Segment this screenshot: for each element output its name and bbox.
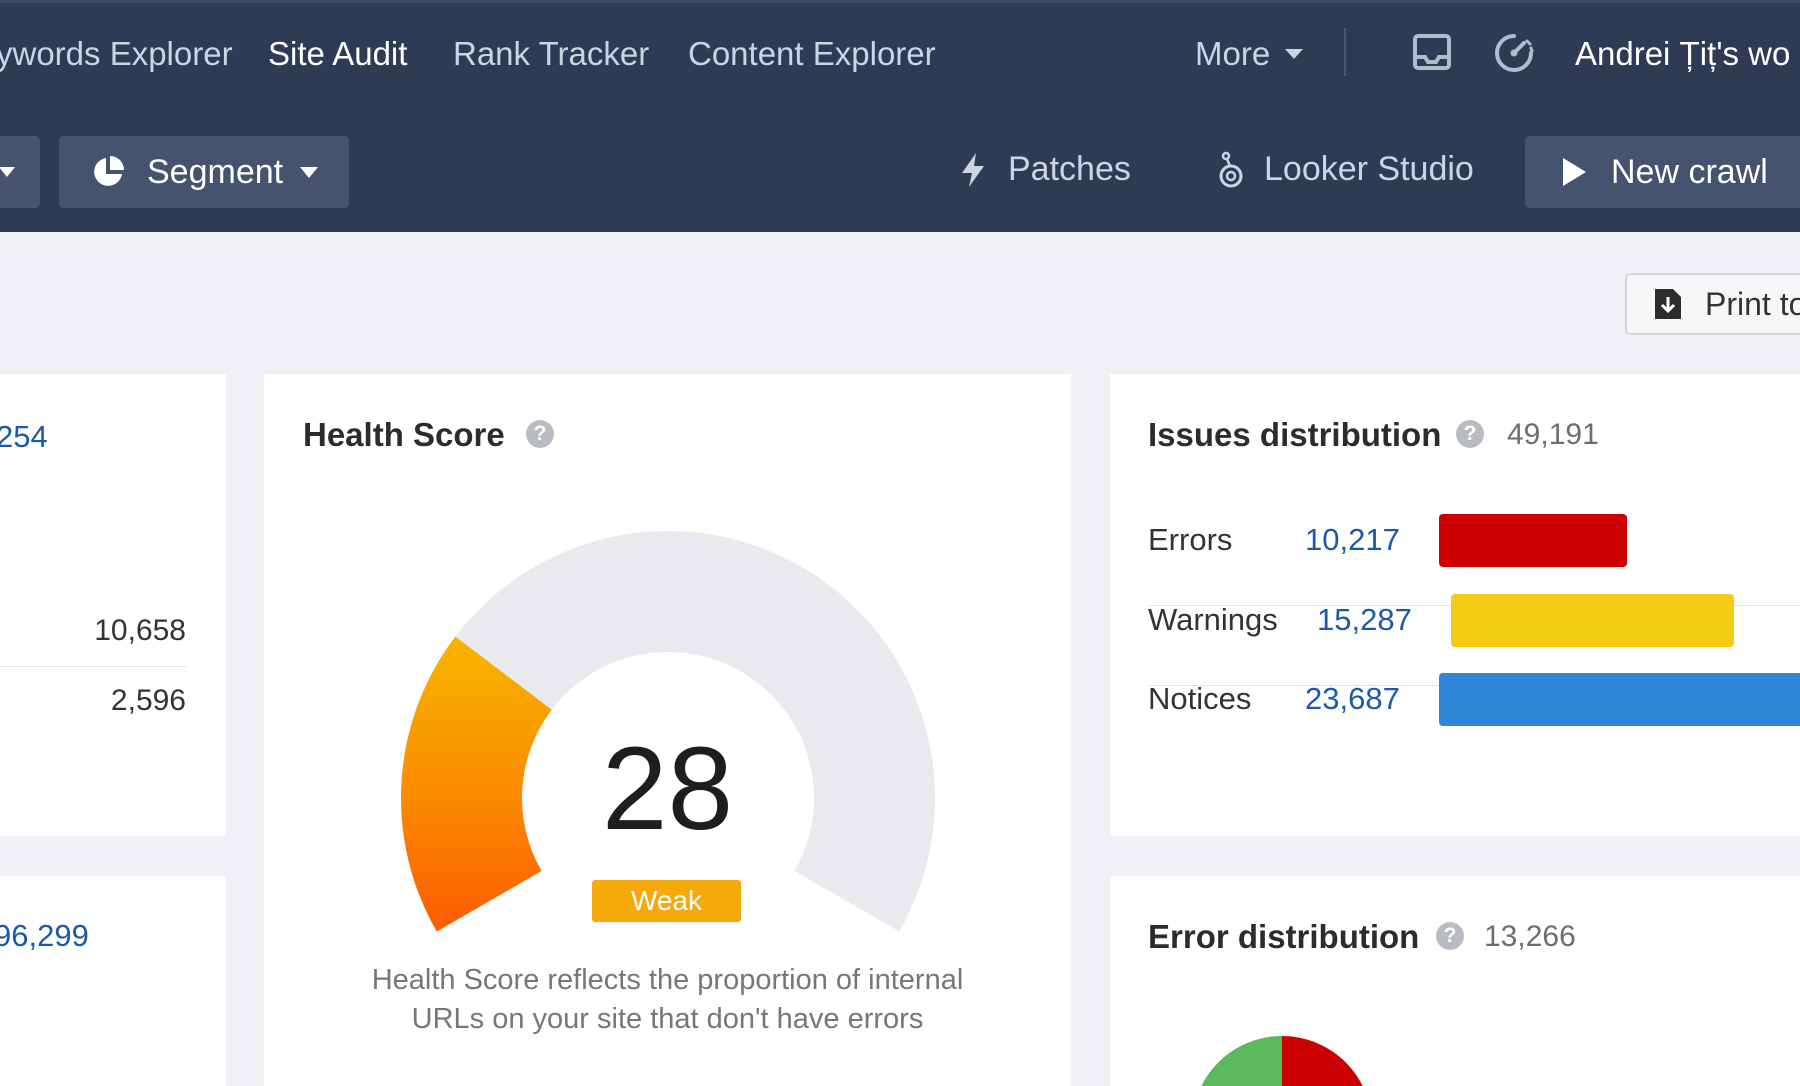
- nav-site-audit[interactable]: Site Audit: [268, 36, 407, 72]
- inbox-icon[interactable]: [1412, 33, 1452, 73]
- warnings-bar[interactable]: [1451, 594, 1734, 647]
- health-description-line1: Health Score reflects the proportion of …: [371, 964, 964, 996]
- summary-row-value: 10,658: [94, 614, 186, 647]
- urls-summary-card: 96,299: [0, 876, 226, 1086]
- looker-studio-button[interactable]: Looker Studio: [1218, 150, 1474, 189]
- chevron-down-icon: [1285, 49, 1304, 59]
- warnings-count-link[interactable]: 15,287: [1317, 602, 1412, 638]
- notices-label: Notices: [1148, 681, 1252, 716]
- patches-button[interactable]: Patches: [960, 150, 1131, 189]
- print-to-pdf-button[interactable]: Print to: [1625, 273, 1800, 335]
- pie-slice-green: [1201, 1036, 1282, 1086]
- notices-count-link[interactable]: 23,687: [1305, 681, 1400, 717]
- nav-rank-tracker[interactable]: Rank Tracker: [453, 36, 649, 72]
- download-document-icon: [1655, 289, 1681, 319]
- health-score-value: 28: [601, 723, 734, 855]
- warnings-label: Warnings: [1148, 602, 1278, 637]
- issues-distribution-card: Issues distribution ? 49,191 Errors 10,2…: [1110, 374, 1800, 836]
- speed-gauge-icon[interactable]: [1493, 32, 1535, 74]
- filter-dropdown-button[interactable]: [0, 136, 40, 208]
- nav-content-explorer[interactable]: Content Explorer: [688, 36, 936, 72]
- top-navigation-bar: ywords Explorer Site Audit Rank Tracker …: [0, 0, 1800, 232]
- urls-total-link[interactable]: 96,299: [0, 918, 89, 954]
- crawled-total-link[interactable]: 254: [0, 419, 48, 455]
- issues-row-errors[interactable]: Errors 10,217: [1110, 514, 1800, 602]
- health-score-card: Health Score ? 28 Weak Health Score refl…: [264, 374, 1071, 1086]
- patches-label: Patches: [1008, 150, 1131, 188]
- error-distribution-card: Error distribution ? 13,266: [1110, 876, 1800, 1086]
- issues-row-notices[interactable]: Notices 23,687: [1110, 673, 1800, 761]
- error-distribution-pie[interactable]: [1110, 876, 1800, 1086]
- issues-total-count: 49,191: [1507, 418, 1599, 451]
- notices-bar[interactable]: [1439, 673, 1800, 726]
- nav-separator: [1344, 28, 1346, 76]
- row-divider: [0, 666, 186, 667]
- summary-row-value: 2,596: [110, 684, 186, 717]
- pie-slice-red: [1282, 1036, 1363, 1086]
- lightning-bolt-icon: [962, 152, 984, 187]
- nav-keywords-explorer[interactable]: ywords Explorer: [0, 36, 233, 72]
- help-icon[interactable]: ?: [1456, 420, 1484, 448]
- issues-row-warnings[interactable]: Warnings 15,287: [1110, 594, 1800, 682]
- issues-distribution-title: Issues distribution: [1148, 416, 1442, 453]
- crawl-summary-card: 254 10,658 2,596: [0, 374, 226, 836]
- looker-studio-icon: [1219, 151, 1243, 187]
- errors-count-link[interactable]: 10,217: [1305, 522, 1400, 558]
- nav-more-menu[interactable]: More: [1195, 36, 1304, 72]
- new-crawl-button[interactable]: New crawl: [1525, 136, 1800, 208]
- score-rating-badge: Weak: [592, 880, 741, 922]
- segment-dropdown-button[interactable]: Segment: [59, 136, 349, 208]
- looker-studio-label: Looker Studio: [1264, 150, 1474, 188]
- top-border-line: [0, 0, 1800, 3]
- pie-chart-icon: [94, 156, 124, 186]
- errors-label: Errors: [1148, 522, 1233, 557]
- health-description-line2: URLs on your site that don't have errors: [411, 1003, 924, 1035]
- user-account-menu[interactable]: Andrei Țiț's wo: [1575, 36, 1790, 72]
- segment-button-label: Segment: [147, 152, 284, 191]
- new-crawl-label: New crawl: [1611, 152, 1768, 191]
- nav-more-label: More: [1195, 35, 1271, 72]
- play-icon: [1563, 158, 1586, 186]
- chevron-down-icon: [300, 166, 319, 178]
- print-label: Print to: [1705, 285, 1800, 322]
- chevron-down-icon: [0, 167, 15, 177]
- errors-bar[interactable]: [1439, 514, 1627, 567]
